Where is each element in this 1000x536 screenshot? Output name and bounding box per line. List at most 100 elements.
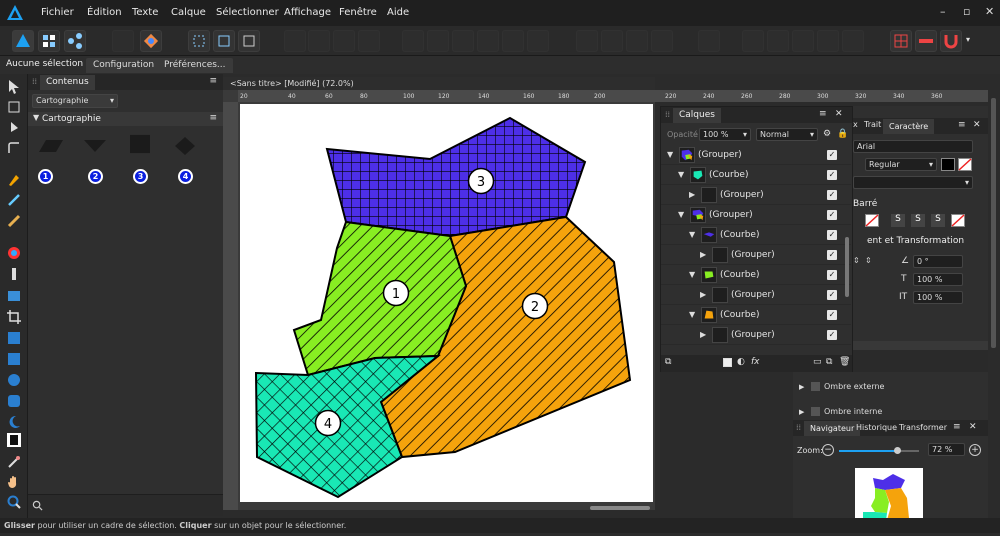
triangle-down-icon[interactable]: ▼ <box>689 310 695 319</box>
align-center-icon[interactable] <box>427 30 449 52</box>
minimize-button[interactable]: – <box>940 5 946 18</box>
panel-menu-icon[interactable]: ≡ <box>953 422 961 432</box>
asset-parallelogram-icon[interactable] <box>38 136 64 156</box>
marker-3[interactable]: 3 <box>133 169 148 184</box>
panel-close-icon[interactable]: ✕ <box>835 109 843 119</box>
menu-fichier[interactable]: Fichier <box>41 7 74 18</box>
zoom-tool-icon[interactable] <box>6 494 22 510</box>
move-back-icon[interactable] <box>742 30 764 52</box>
layer-visibility-checkbox[interactable]: ✓ <box>827 270 837 280</box>
zoom-in-button[interactable]: + <box>969 444 981 456</box>
text-language-dropdown[interactable]: ▾ <box>853 176 973 189</box>
node-tool-icon[interactable] <box>6 119 22 135</box>
crop-tool-icon[interactable] <box>6 309 22 325</box>
strike-fill-none[interactable] <box>951 214 965 227</box>
strike-custom-button[interactable]: S <box>931 214 945 227</box>
triangle-down-icon[interactable]: ▼ <box>678 210 684 219</box>
right-panels-scrollbar[interactable] <box>988 90 1000 518</box>
tab-contenus[interactable]: Contenus <box>40 75 95 90</box>
bool-xor-icon[interactable] <box>358 30 380 52</box>
document-tab[interactable]: <Sans titre> [Modifié] (72.0%) <box>223 77 655 90</box>
menu-selectionner[interactable]: Sélectionner <box>216 7 279 18</box>
mask-icon[interactable] <box>723 358 732 367</box>
tab-trait[interactable]: Trait <box>864 120 881 129</box>
bool-intersect-icon[interactable] <box>333 30 355 52</box>
panel-menu-icon[interactable]: ≡ <box>958 120 966 130</box>
export-persona-icon[interactable] <box>64 30 86 52</box>
layer-row[interactable]: ▼ (Courbe) ✓ <box>661 225 851 245</box>
magnet-icon[interactable] <box>940 30 962 52</box>
menu-affichage[interactable]: Affichage <box>284 7 331 18</box>
rectangle-tool-icon[interactable] <box>6 351 22 367</box>
zoom-slider-knob[interactable] <box>893 447 901 454</box>
ellipse-tool-icon[interactable] <box>6 372 22 388</box>
horizontal-scale-field[interactable]: 100 % <box>913 291 963 304</box>
pixel-persona-icon[interactable] <box>38 30 60 52</box>
panel-menu-icon[interactable]: ≡ <box>209 76 217 86</box>
hand-tool-icon[interactable] <box>6 474 22 490</box>
effect-checkbox-outer-shadow[interactable] <box>811 382 820 391</box>
duplicate-layer-icon[interactable]: ⧉ <box>826 357 832 367</box>
layer-visibility-checkbox[interactable]: ✓ <box>827 290 837 300</box>
assistant-icon[interactable] <box>112 30 134 52</box>
rotate-right-icon[interactable] <box>651 30 673 52</box>
close-button[interactable]: ✕ <box>985 5 994 18</box>
effect-checkbox-inner-shadow[interactable] <box>811 407 820 416</box>
layers-stack-icon[interactable]: ⧉ <box>665 357 671 367</box>
contents-search-bar[interactable] <box>28 494 223 516</box>
menu-aide[interactable]: Aide <box>387 7 409 18</box>
no-fill-swatch[interactable] <box>958 158 972 171</box>
layers-scrollbar[interactable] <box>845 237 849 297</box>
color-picker-tool-icon[interactable] <box>6 454 22 470</box>
marker-2[interactable]: 2 <box>88 169 103 184</box>
map-illustration[interactable]: 3 1 2 4 <box>240 104 653 502</box>
grid-icon[interactable] <box>890 30 912 52</box>
layer-row[interactable]: ▼ (Grouper) ✓ <box>661 145 851 165</box>
panel-close-icon[interactable]: ✕ <box>973 120 981 130</box>
strike-color-none[interactable] <box>865 214 879 227</box>
settings-gear-icon[interactable]: ⚙ <box>823 129 831 139</box>
layer-row[interactable]: ▶ (Grouper) ✓ <box>661 325 851 345</box>
triangle-right-icon[interactable]: ▶ <box>700 250 706 259</box>
text-color-swatch[interactable] <box>941 158 955 171</box>
stepper-1[interactable]: ⇕ <box>865 256 872 265</box>
strike-double-button[interactable]: S <box>911 214 925 227</box>
document-page[interactable]: 3 1 2 4 <box>240 104 653 502</box>
layer-row[interactable]: ▶ (Grouper) ✓ <box>661 285 851 305</box>
layer-visibility-checkbox[interactable]: ✓ <box>827 230 837 240</box>
corner-tool-icon[interactable] <box>6 140 22 156</box>
vertical-scale-field[interactable]: 100 % <box>913 273 963 286</box>
move-front-icon[interactable] <box>817 30 839 52</box>
flip-v-icon[interactable] <box>601 30 623 52</box>
layer-visibility-checkbox[interactable]: ✓ <box>827 330 837 340</box>
menu-fenetre[interactable]: Fenêtre <box>339 7 377 18</box>
add-layer-icon[interactable]: ▭ <box>813 357 822 367</box>
region-1-shape[interactable] <box>292 220 468 377</box>
font-family-field[interactable]: Arial <box>853 140 973 153</box>
canvas-scrollbar-h[interactable] <box>590 506 650 510</box>
delete-layer-icon[interactable]: 🗑 <box>839 357 850 367</box>
triangle-down-icon[interactable]: ▼ <box>678 170 684 179</box>
effect-inner-shadow[interactable]: Ombre interne <box>824 407 882 416</box>
strike-single-button[interactable]: S <box>891 214 905 227</box>
marker-1[interactable]: 1 <box>38 169 53 184</box>
layer-row[interactable]: ▼ (Courbe) ✓ <box>661 305 851 325</box>
asset-diamond-icon[interactable] <box>172 136 198 156</box>
triangle-right-icon[interactable]: ▶ <box>700 330 706 339</box>
snapping-dropdown-icon[interactable]: ▾ <box>966 35 970 44</box>
fx-icon[interactable]: fx <box>751 357 760 367</box>
blend-mode-dropdown[interactable]: Normal ▾ <box>756 128 818 141</box>
preferences-tab[interactable]: Préférences... <box>157 58 233 73</box>
bool-subtract-icon[interactable] <box>308 30 330 52</box>
marker-4[interactable]: 4 <box>178 169 193 184</box>
menu-edition[interactable]: Édition <box>87 7 122 18</box>
move-tool-icon[interactable] <box>6 79 22 95</box>
rotation-field[interactable]: 0 ° <box>913 255 963 268</box>
color-settings-icon[interactable] <box>140 30 162 52</box>
pencil-tool-icon[interactable] <box>6 192 22 208</box>
fill-tool-icon[interactable] <box>6 245 22 261</box>
triangle-right-icon[interactable]: ▶ <box>689 190 695 199</box>
lock-icon[interactable]: 🔒 <box>837 129 848 139</box>
pen-tool-icon[interactable] <box>6 172 22 188</box>
layer-visibility-checkbox[interactable]: ✓ <box>827 150 837 160</box>
